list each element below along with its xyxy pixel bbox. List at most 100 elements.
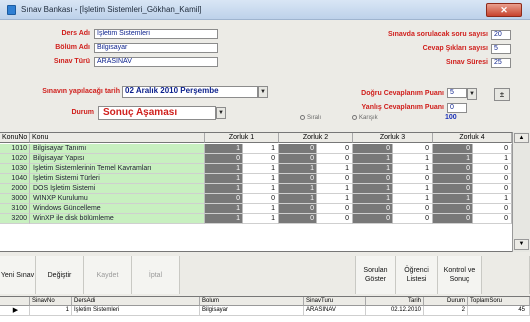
difficulty-count-cell[interactable]: 0: [243, 194, 279, 204]
difficulty-count-cell[interactable]: 0: [433, 164, 473, 174]
difficulty-count-cell[interactable]: 0: [433, 214, 473, 224]
difficulty-count-cell[interactable]: 0: [473, 164, 512, 174]
difficulty-count-cell[interactable]: 1: [205, 184, 243, 194]
durum-select[interactable]: Sonuç Aşaması: [98, 106, 216, 120]
table-row[interactable]: 3000 WINXP Kurulumu 0 0 1 1 1 1 1 1: [0, 194, 512, 204]
degistir-button[interactable]: Değiştir: [36, 256, 84, 294]
difficulty-count-cell[interactable]: 0: [205, 154, 243, 164]
topic-name-cell[interactable]: Windows Güncelleme: [30, 204, 205, 214]
bgrid-header-bolum[interactable]: Bolum: [200, 297, 304, 306]
grid-header-zorluk3[interactable]: Zorluk 3: [353, 133, 433, 143]
difficulty-count-cell[interactable]: 0: [433, 144, 473, 154]
puan-spin-button[interactable]: ±: [494, 88, 510, 101]
table-row[interactable]: 3100 Windows Güncelleme 1 1 0 0 0 0 0 0: [0, 204, 512, 214]
topic-name-cell[interactable]: WinXP ile disk bölümleme: [30, 214, 205, 224]
difficulty-count-cell[interactable]: 0: [353, 214, 393, 224]
dogru-puan-dropdown-icon[interactable]: ▼: [467, 88, 477, 100]
difficulty-count-cell[interactable]: 1: [353, 164, 393, 174]
difficulty-count-cell[interactable]: 0: [353, 144, 393, 154]
difficulty-count-cell[interactable]: 0: [317, 154, 353, 164]
bgrid-cell-sinavno[interactable]: 1: [30, 306, 72, 316]
grid-vertical-scrollbar[interactable]: ▲ ▼: [512, 132, 530, 252]
bgrid-cell-dersadi[interactable]: İşletim Sistemleri: [72, 306, 200, 316]
difficulty-count-cell[interactable]: 0: [279, 144, 317, 154]
bgrid-header-sinavno[interactable]: SinavNo: [30, 297, 72, 306]
scroll-down-icon[interactable]: ▼: [514, 239, 529, 250]
grid-header-zorluk4[interactable]: Zorluk 4: [433, 133, 512, 143]
difficulty-count-cell[interactable]: 1: [353, 154, 393, 164]
sorulan-goster-button[interactable]: Sorulan Göster: [356, 256, 396, 294]
bgrid-header-dersadi[interactable]: DersAdi: [72, 297, 200, 306]
difficulty-count-cell[interactable]: 1: [243, 204, 279, 214]
difficulty-count-cell[interactable]: 1: [353, 194, 393, 204]
topic-code-cell[interactable]: 1040: [0, 174, 30, 184]
topic-name-cell[interactable]: Bilgisayar Tanımı: [30, 144, 205, 154]
radio-sirali[interactable]: Sıralı: [300, 115, 321, 121]
dogru-puan-field[interactable]: 5: [447, 88, 467, 98]
difficulty-count-cell[interactable]: 1: [243, 184, 279, 194]
topic-name-cell[interactable]: İşletim Sistemi Türleri: [30, 174, 205, 184]
difficulty-count-cell[interactable]: 0: [279, 214, 317, 224]
topic-code-cell[interactable]: 3200: [0, 214, 30, 224]
difficulty-count-cell[interactable]: 1: [393, 194, 433, 204]
difficulty-count-cell[interactable]: 1: [433, 154, 473, 164]
grid-header-konu[interactable]: Konu: [30, 133, 205, 143]
difficulty-count-cell[interactable]: 0: [473, 144, 512, 154]
difficulty-count-cell[interactable]: 0: [279, 154, 317, 164]
difficulty-count-cell[interactable]: 0: [473, 214, 512, 224]
ders-adi-field[interactable]: İşletim Sistemleri: [94, 29, 218, 39]
topic-grid[interactable]: KonuNo Konu Zorluk 1 Zorluk 2 Zorluk 3 Z…: [0, 132, 530, 252]
difficulty-count-cell[interactable]: 1: [205, 144, 243, 154]
title-bar[interactable]: Sınav Bankası - [İşletim Sistemleri_Gökh…: [0, 0, 530, 20]
difficulty-count-cell[interactable]: 1: [243, 174, 279, 184]
exam-list-grid[interactable]: SinavNo DersAdi Bolum SinavTuru Tarih Du…: [0, 296, 530, 322]
kontrol-sonuc-button[interactable]: Kontrol ve Sonuç: [438, 256, 482, 294]
bgrid-cell-durum[interactable]: 2: [424, 306, 468, 316]
difficulty-count-cell[interactable]: 1: [205, 214, 243, 224]
bolum-adi-field[interactable]: Bilgisayar: [94, 43, 218, 53]
difficulty-count-cell[interactable]: 0: [433, 184, 473, 194]
difficulty-count-cell[interactable]: 0: [393, 144, 433, 154]
sinav-turu-field[interactable]: ARASINAV: [94, 57, 218, 67]
table-row[interactable]: 1040 İşletim Sistemi Türleri 1 1 0 0 0 0 0 0: [0, 174, 512, 184]
table-row[interactable]: 1020 Bilgisayar Yapısı 0 0 0 0 1 1 1 1: [0, 154, 512, 164]
topic-code-cell[interactable]: 1030: [0, 164, 30, 174]
difficulty-count-cell[interactable]: 1: [279, 194, 317, 204]
difficulty-count-cell[interactable]: 0: [433, 174, 473, 184]
difficulty-count-cell[interactable]: 1: [353, 184, 393, 194]
bgrid-header-toplamsoru[interactable]: ToplamSoru: [468, 297, 530, 306]
sinav-suresi-field[interactable]: 25: [491, 58, 511, 68]
difficulty-count-cell[interactable]: 1: [393, 154, 433, 164]
topic-code-cell[interactable]: 3000: [0, 194, 30, 204]
difficulty-count-cell[interactable]: 0: [243, 154, 279, 164]
difficulty-count-cell[interactable]: 0: [279, 174, 317, 184]
difficulty-count-cell[interactable]: 0: [393, 204, 433, 214]
difficulty-count-cell[interactable]: 0: [473, 204, 512, 214]
difficulty-count-cell[interactable]: 1: [279, 184, 317, 194]
bgrid-header-sinavturu[interactable]: SinavTuru: [304, 297, 366, 306]
iptal-button[interactable]: İptal: [132, 256, 180, 294]
tarih-dropdown-icon[interactable]: ▼: [258, 86, 268, 98]
bgrid-cell-sinavturu[interactable]: ARASINAV: [304, 306, 366, 316]
topic-code-cell[interactable]: 3100: [0, 204, 30, 214]
topic-name-cell[interactable]: İşletim Sistemlerinin Temel Kavramları: [30, 164, 205, 174]
bgrid-header-tarih[interactable]: Tarih: [366, 297, 424, 306]
difficulty-count-cell[interactable]: 0: [279, 204, 317, 214]
close-button[interactable]: ✕: [486, 3, 522, 17]
difficulty-count-cell[interactable]: 0: [353, 204, 393, 214]
difficulty-count-cell[interactable]: 1: [393, 184, 433, 194]
yeni-sinav-button[interactable]: Yeni Sınav: [0, 256, 36, 294]
difficulty-count-cell[interactable]: 1: [317, 184, 353, 194]
topic-code-cell[interactable]: 2000: [0, 184, 30, 194]
grid-header-zorluk1[interactable]: Zorluk 1: [205, 133, 279, 143]
difficulty-count-cell[interactable]: 0: [353, 174, 393, 184]
bgrid-cell-toplamsoru[interactable]: 45: [468, 306, 530, 316]
topic-code-cell[interactable]: 1010: [0, 144, 30, 154]
bgrid-cell-bolum[interactable]: Bilgisayar: [200, 306, 304, 316]
difficulty-count-cell[interactable]: 0: [317, 174, 353, 184]
table-row[interactable]: 1030 İşletim Sistemlerinin Temel Kavramla…: [0, 164, 512, 174]
ogrenci-listesi-button[interactable]: Öğrenci Listesi: [396, 256, 438, 294]
topic-name-cell[interactable]: WINXP Kurulumu: [30, 194, 205, 204]
difficulty-count-cell[interactable]: 0: [473, 184, 512, 194]
difficulty-count-cell[interactable]: 0: [317, 144, 353, 154]
